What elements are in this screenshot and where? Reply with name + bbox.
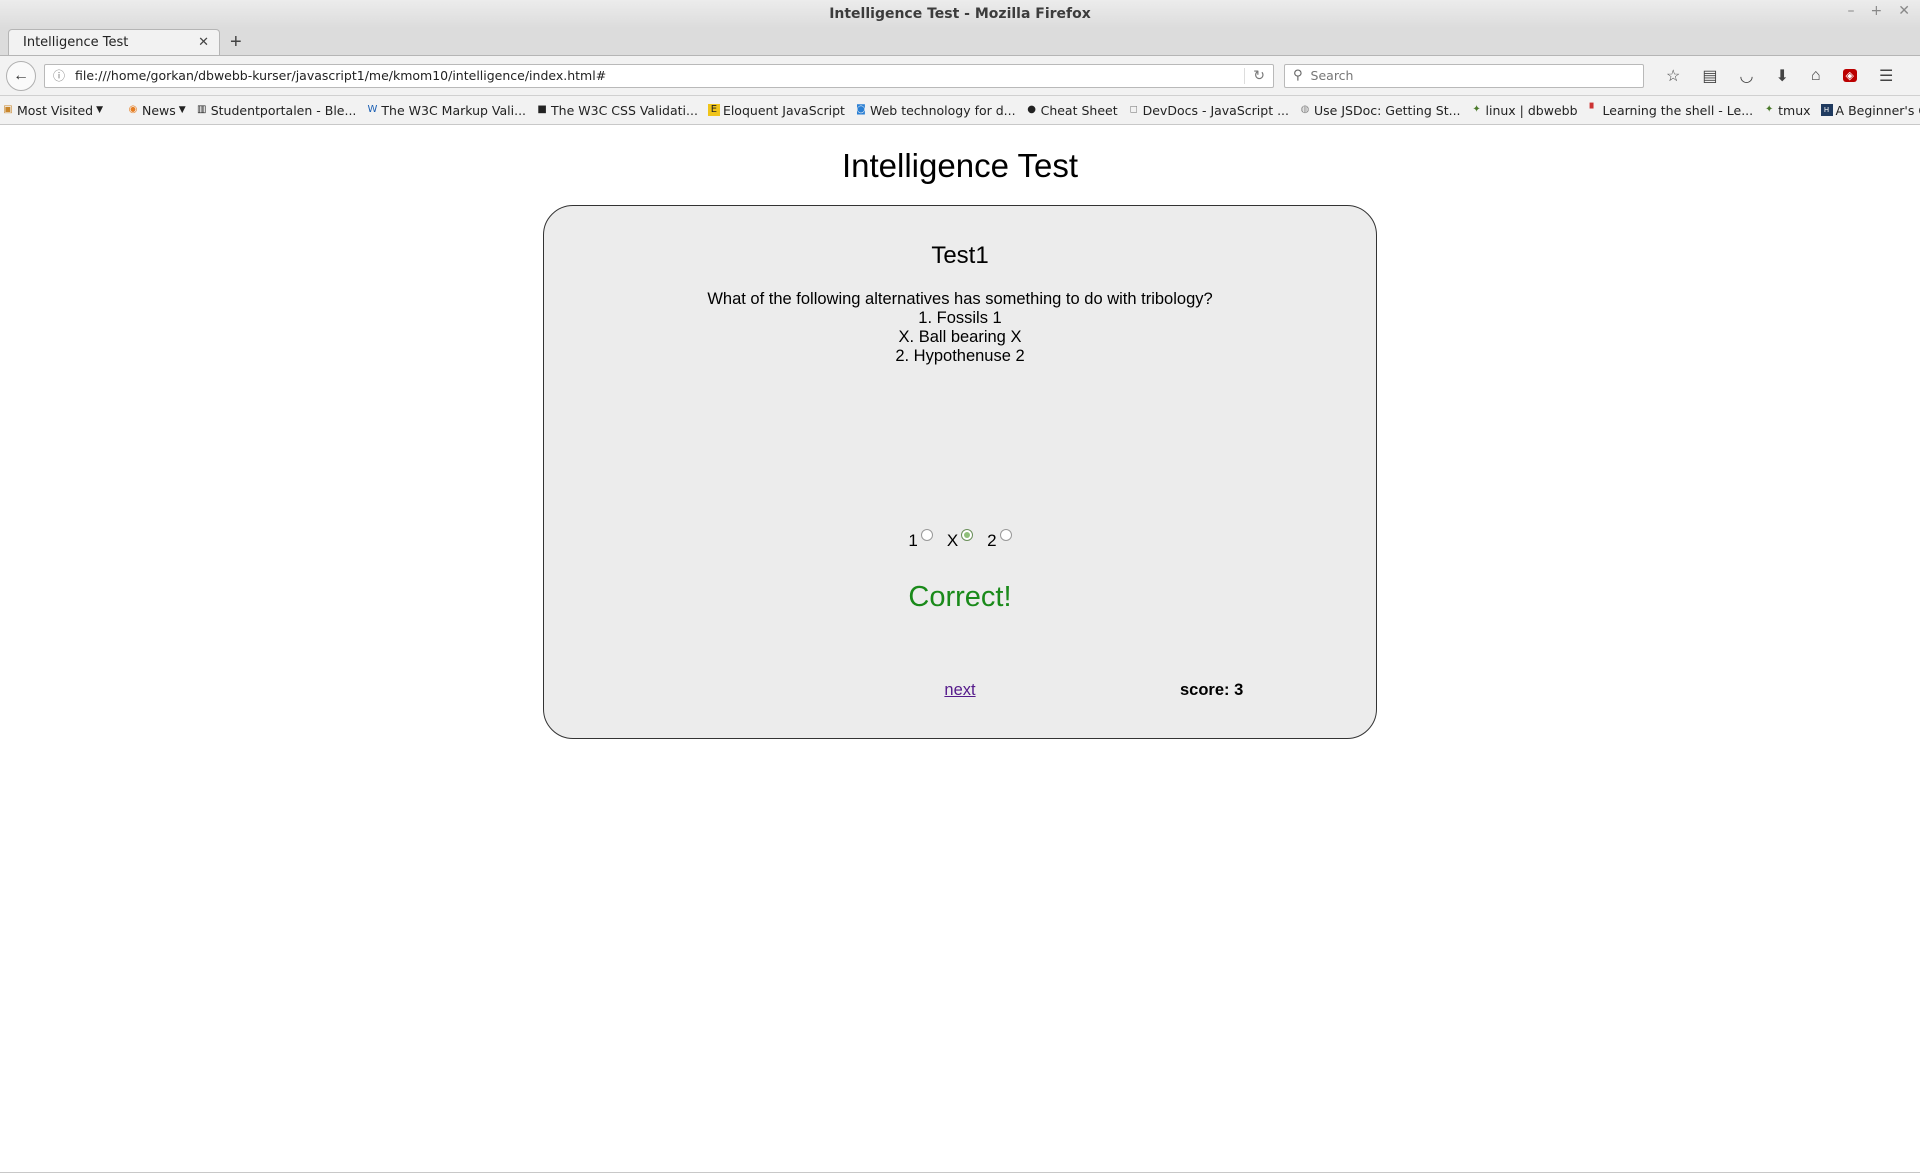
window-titlebar: Intelligence Test - Mozilla Firefox – + … (0, 0, 1920, 28)
alternative-2: 2. Hypothenuse 2 (895, 347, 1025, 365)
dbwebb-icon: ✦ (1472, 104, 1481, 115)
url-text[interactable]: file:///home/gorkan/dbwebb-kurser/javasc… (75, 68, 1244, 83)
option-x-label: X (946, 531, 959, 550)
bookmark-eloquent-js[interactable]: E Eloquent JavaScript (707, 103, 845, 118)
dbwebb-icon: ✦ (1764, 104, 1774, 115)
option-2-radio[interactable] (999, 529, 1012, 541)
back-arrow-icon: ← (13, 66, 29, 84)
minimize-icon[interactable]: – (1848, 3, 1855, 19)
downloads-icon[interactable]: ⬇ (1775, 66, 1788, 86)
home-icon[interactable]: ⌂ (1811, 67, 1821, 85)
bookmark-devdocs[interactable]: ◻ DevDocs - JavaScript ... (1128, 103, 1289, 118)
folder-icon: ▣ (3, 104, 13, 115)
menu-icon[interactable]: ☰ (1879, 66, 1893, 86)
bookmark-w3c-markup[interactable]: W The W3C Markup Vali... (366, 103, 526, 118)
close-window-icon[interactable]: ✕ (1898, 3, 1910, 19)
tab-intelligence-test[interactable]: Intelligence Test ✕ (8, 29, 220, 55)
jsdoc-icon: ◍ (1300, 104, 1310, 115)
test-card: Test1 What of the following alternatives… (543, 205, 1377, 739)
site-info-icon[interactable]: ⓘ (53, 67, 65, 84)
test-title: Test1 (931, 242, 989, 269)
question-text: What of the following alternatives has s… (707, 290, 1213, 308)
shell-icon: ▘ (1589, 104, 1598, 115)
option-2-label: 2 (987, 531, 997, 550)
bookmarks-library-icon[interactable]: ▤ (1702, 66, 1717, 86)
toolbar-icons: ☆ ▤ ◡ ⬇ ⌂ ◈ ☰ (1666, 66, 1893, 86)
bookmark-linux-dbwebb[interactable]: ✦ linux | dbwebb (1471, 103, 1577, 118)
bookmark-beginners-guide[interactable]: H A Beginner's Guide to... (1820, 103, 1920, 118)
chevron-down-icon: ▼ (178, 105, 186, 115)
pocket-icon[interactable]: ◡ (1739, 66, 1753, 86)
window-controls: – + ✕ (1848, 3, 1910, 19)
tab-label: Intelligence Test (23, 35, 129, 50)
new-tab-icon[interactable]: + (230, 32, 242, 52)
htg-icon: H (1820, 104, 1833, 116)
bookmark-star-icon[interactable]: ☆ (1666, 66, 1680, 86)
option-1-label: 1 (908, 531, 918, 550)
result-message: Correct! (908, 581, 1012, 613)
back-button[interactable]: ← (6, 60, 36, 91)
search-input[interactable]: ⚲ Search (1284, 63, 1644, 88)
rss-icon: ◉ (128, 104, 138, 115)
bookmark-tmux[interactable]: ✦ tmux (1763, 103, 1811, 118)
window-title: Intelligence Test - Mozilla Firefox (829, 6, 1091, 22)
cheatsheet-icon: ● (1027, 104, 1036, 115)
search-placeholder: Search (1310, 68, 1354, 83)
bookmark-web-technology[interactable]: ◙ Web technology for d... (855, 103, 1015, 118)
alternative-x: X. Ball bearing X (898, 328, 1022, 346)
maximize-icon[interactable]: + (1871, 3, 1883, 19)
navigation-toolbar: ← ⓘ file:///home/gorkan/dbwebb-kurser/ja… (0, 56, 1920, 96)
tab-strip: Intelligence Test ✕ + (0, 28, 1920, 56)
page-title: Intelligence Test (841, 147, 1079, 184)
answer-options: 1 X 2 (544, 529, 1376, 551)
mdn-icon: ◙ (856, 104, 866, 115)
next-link[interactable]: next (544, 681, 1376, 700)
w3c-icon: W (367, 104, 378, 115)
option-2: 2 (987, 529, 1012, 551)
reload-icon[interactable]: ↻ (1244, 67, 1265, 84)
ublock-icon[interactable]: ◈ (1842, 69, 1857, 82)
page-bottom-divider (0, 1172, 1920, 1173)
bookmark-w3c-css[interactable]: ■ The W3C CSS Validati... (536, 103, 698, 118)
tab-close-icon[interactable]: ✕ (198, 35, 209, 50)
option-1: 1 (908, 529, 933, 551)
bookmark-news[interactable]: ◉ News ▼ (127, 103, 186, 118)
bookmark-jsdoc[interactable]: ◍ Use JSDoc: Getting St... (1299, 103, 1461, 118)
bth-icon: ▥ (196, 104, 207, 115)
bookmark-cheat-sheet[interactable]: ● Cheat Sheet (1026, 103, 1117, 118)
bookmarks-toolbar: ▣ Most Visited ▼ ◉ News ▼ ▥ Studentporta… (0, 96, 1920, 125)
option-x: X (946, 529, 974, 551)
bookmark-most-visited[interactable]: ▣ Most Visited ▼ (2, 103, 103, 118)
option-x-radio[interactable] (961, 529, 974, 541)
css-icon: ■ (537, 104, 547, 115)
option-1-radio[interactable] (920, 529, 933, 541)
search-icon: ⚲ (1293, 68, 1303, 83)
devdocs-icon: ◻ (1129, 104, 1138, 115)
alternative-1: 1. Fossils 1 (918, 309, 1002, 327)
bookmark-studentportalen[interactable]: ▥ Studentportalen - Ble... (196, 103, 356, 118)
score-display: score: 3 (1180, 681, 1244, 699)
chevron-down-icon: ▼ (96, 105, 104, 115)
url-bar[interactable]: ⓘ file:///home/gorkan/dbwebb-kurser/java… (44, 63, 1274, 88)
bookmark-learning-shell[interactable]: ▘ Learning the shell - Le... (1588, 103, 1753, 118)
question-block: What of the following alternatives has s… (544, 290, 1376, 366)
ejs-icon: E (707, 104, 720, 116)
